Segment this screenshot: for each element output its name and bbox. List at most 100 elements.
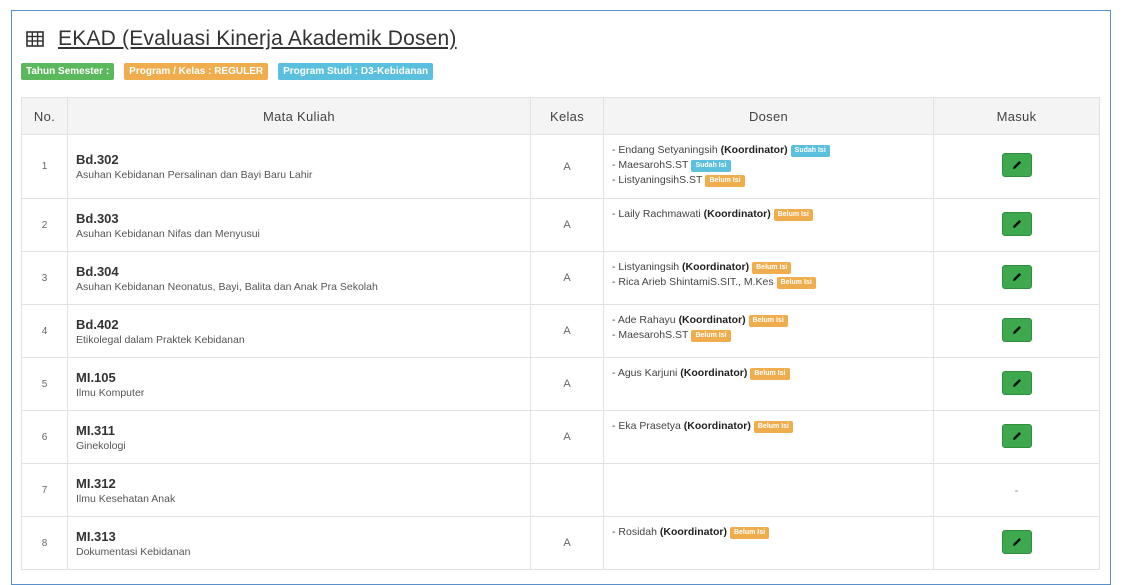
lecturer-cell: - Endang Setyaningsih (Koordinator) Sudah… xyxy=(603,134,934,199)
lecturer-entry: - MaesarohS.ST Belum Isi xyxy=(612,328,932,343)
class-cell: A xyxy=(530,357,604,411)
edit-button[interactable] xyxy=(1001,264,1032,289)
edit-button[interactable] xyxy=(1001,529,1032,554)
lecturer-name: - Rica Arieb ShintamiS.SIT., M.Kes xyxy=(612,276,774,288)
pencil-icon xyxy=(1012,219,1021,228)
coordinator-label: (Koordinator) xyxy=(682,261,750,273)
row-number: 8 xyxy=(21,516,68,570)
course-name: Ilmu Komputer xyxy=(76,386,145,399)
edit-button[interactable] xyxy=(1001,370,1032,395)
lecturer-cell: - Agus Karjuni (Koordinator) Belum Isi xyxy=(603,357,934,411)
table-row: 8 MI.313 Dokumentasi Kebidanan A - Rosidah (… xyxy=(21,516,1100,570)
table-header-row: No. Mata Kuliah Kelas Dosen Masuk xyxy=(21,97,1100,135)
course-code: Bd.302 xyxy=(76,152,119,167)
course-cell: MI.312 Ilmu Kesehatan Anak xyxy=(67,463,531,517)
course-code: MI.311 xyxy=(76,422,116,438)
lecturer-cell: - Listyaningsih (Koordinator) Belum Isi - … xyxy=(603,251,934,305)
enter-cell xyxy=(933,251,1100,305)
lecturer-entry: - Rica Arieb ShintamiS.SIT., M.Kes Belum … xyxy=(612,275,932,290)
status-badge: Belum Isi xyxy=(753,421,793,433)
status-badge: Belum Isi xyxy=(750,368,790,380)
pencil-icon xyxy=(1012,431,1021,440)
pencil-icon xyxy=(1012,378,1021,387)
status-badge: Belum Isi xyxy=(748,315,788,327)
pencil-icon xyxy=(1012,537,1021,546)
course-name: Asuhan Kebidanan Nifas dan Menyusui xyxy=(76,227,260,240)
enter-cell xyxy=(933,357,1100,411)
course-code: Bd.402 xyxy=(76,316,119,332)
pencil-icon xyxy=(1012,272,1021,281)
enter-cell xyxy=(933,304,1100,358)
filter-badge: Program / Kelas : REGULER xyxy=(124,63,269,80)
course-code: MI.105 xyxy=(76,369,116,385)
coordinator-label: (Koordinator) xyxy=(680,367,748,379)
lecturer-name: - Eka Prasetya xyxy=(612,420,681,432)
row-number: 3 xyxy=(21,251,68,305)
lecturer-cell: - Laily Rachmawati (Koordinator) Belum Is… xyxy=(603,198,934,252)
lecturer-cell: - Ade Rahayu (Koordinator) Belum Isi - Mae… xyxy=(603,304,934,358)
table-icon xyxy=(26,30,44,48)
course-cell: Bd.402 Etikolegal dalam Praktek Kebidanan xyxy=(67,304,531,358)
edit-button[interactable] xyxy=(1001,423,1032,448)
lecturer-entry: - Laily Rachmawati (Koordinator) Belum Is… xyxy=(612,207,932,222)
course-cell: Bd.304 Asuhan Kebidanan Neonatus, Bayi, B… xyxy=(67,251,531,305)
course-cell: Bd.303 Asuhan Kebidanan Nifas dan Menyusu… xyxy=(67,198,531,252)
table-row: 6 MI.311 Ginekologi A - Eka Prasetya (Koordi… xyxy=(21,410,1100,464)
enter-cell xyxy=(933,134,1100,199)
class-cell: A xyxy=(530,304,604,358)
header-kelas: Kelas xyxy=(530,97,604,135)
status-badge: Belum Isi xyxy=(729,527,770,539)
course-name: Ilmu Kesehatan Anak xyxy=(76,492,176,505)
lecturer-name: - ListyaningsihS.ST xyxy=(612,174,703,186)
ekad-panel: EKAD (Evaluasi Kinerja Akademik Dosen) T… xyxy=(11,10,1111,585)
class-cell: A xyxy=(530,410,604,464)
coordinator-label: (Koordinator) xyxy=(683,420,751,432)
status-badge: Sudah Isi xyxy=(790,145,830,157)
table-row: 2 Bd.303 Asuhan Kebidanan Nifas dan Menyus… xyxy=(21,198,1100,252)
edit-button[interactable] xyxy=(1001,211,1032,236)
table-row: 4 Bd.402 Etikolegal dalam Praktek Kebidana… xyxy=(21,304,1100,358)
edit-button[interactable] xyxy=(1001,317,1032,342)
status-badge: Belum Isi xyxy=(776,277,816,289)
course-cell: MI.313 Dokumentasi Kebidanan xyxy=(67,516,531,570)
class-cell: A xyxy=(530,251,604,305)
row-number: 4 xyxy=(21,304,68,358)
course-table: No. Mata Kuliah Kelas Dosen Masuk 1 Bd.30… xyxy=(21,97,1100,570)
course-cell: MI.311 Ginekologi xyxy=(67,410,531,464)
class-cell: A xyxy=(530,134,604,199)
lecturer-cell: - Rosidah (Koordinator) Belum Isi xyxy=(603,516,934,570)
row-number: 2 xyxy=(21,198,68,252)
lecturer-entry: - Agus Karjuni (Koordinator) Belum Isi xyxy=(612,366,932,381)
status-badge: Sudah Isi xyxy=(691,160,731,172)
row-number: 5 xyxy=(21,357,68,411)
lecturer-name: - MaesarohS.ST xyxy=(612,159,689,171)
header-no: No. xyxy=(21,97,68,135)
course-name: Dokumentasi Kebidanan xyxy=(76,545,191,558)
lecturer-name: - MaesarohS.ST xyxy=(612,329,689,341)
lecturer-entry: - Ade Rahayu (Koordinator) Belum Isi xyxy=(612,313,932,328)
table-row: 7 MI.312 Ilmu Kesehatan Anak - xyxy=(21,463,1100,517)
status-badge: Belum Isi xyxy=(691,330,731,342)
course-code: Bd.304 xyxy=(76,263,119,279)
no-entry-dash: - xyxy=(1014,485,1019,497)
lecturer-entry: - Rosidah (Koordinator) Belum Isi xyxy=(612,525,932,540)
course-code: MI.313 xyxy=(76,528,116,544)
edit-button[interactable] xyxy=(1001,153,1032,177)
header-mata-kuliah: Mata Kuliah xyxy=(67,97,531,135)
pencil-icon xyxy=(1012,161,1021,169)
lecturer-entry: - Eka Prasetya (Koordinator) Belum Isi xyxy=(612,419,932,434)
coordinator-label: (Koordinator) xyxy=(659,526,727,538)
lecturer-name: - Laily Rachmawati xyxy=(612,208,701,220)
lecturer-name: - Agus Karjuni xyxy=(612,367,678,379)
pencil-icon xyxy=(1012,325,1021,334)
coordinator-label: (Koordinator) xyxy=(720,144,788,156)
row-number: 6 xyxy=(21,410,68,464)
filter-badge: Tahun Semester : xyxy=(21,63,115,80)
course-name: Asuhan Kebidanan Persalinan dan Bayi Bar… xyxy=(76,169,313,181)
status-badge: Belum Isi xyxy=(773,209,813,221)
course-name: Ginekologi xyxy=(76,439,126,452)
table-row: 1 Bd.302 Asuhan Kebidanan Persalinan dan B… xyxy=(21,134,1100,199)
class-cell: A xyxy=(530,516,604,570)
coordinator-label: (Koordinator) xyxy=(703,208,771,220)
lecturer-entry: - Listyaningsih (Koordinator) Belum Isi xyxy=(612,260,932,275)
